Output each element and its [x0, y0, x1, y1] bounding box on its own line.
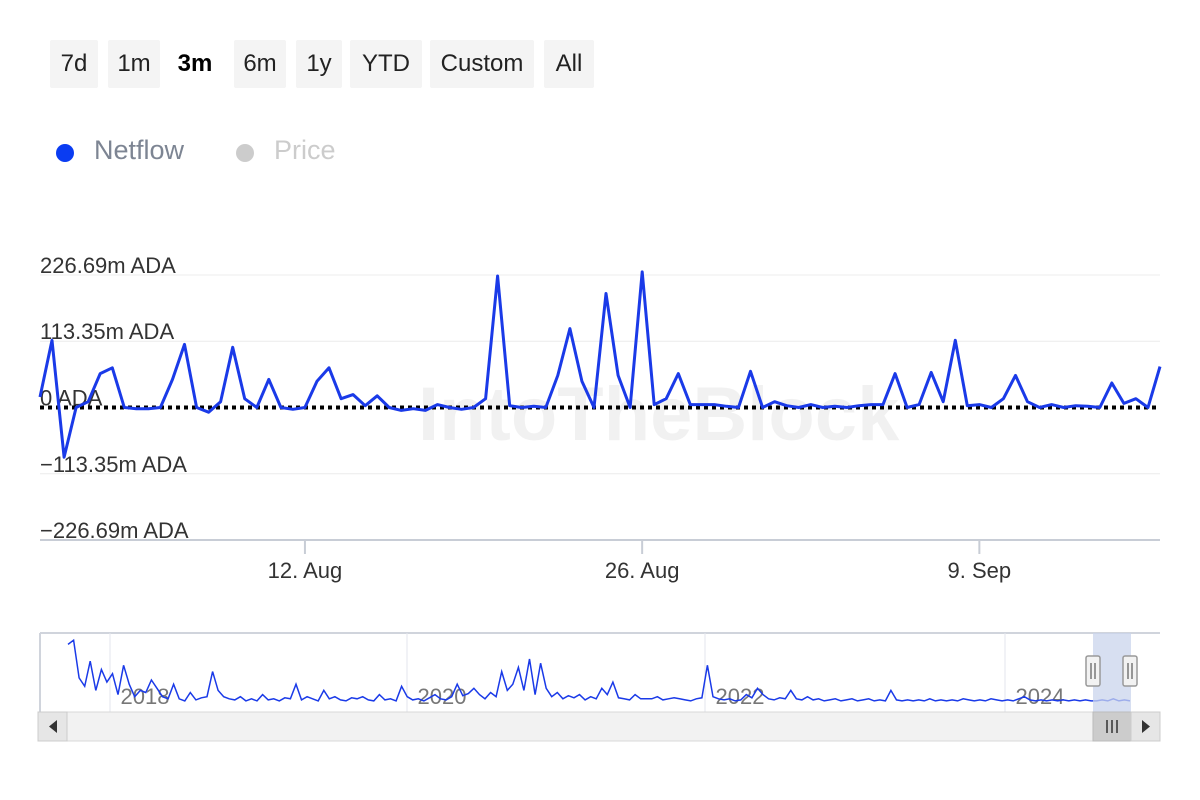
x-tick-label: 26. Aug: [605, 558, 680, 583]
y-tick-label: 226.69m ADA: [40, 253, 176, 278]
x-tick-label: 9. Sep: [948, 558, 1012, 583]
netflow-chart: IntoTheBlock 226.69m ADA113.35m ADA0 ADA…: [37, 253, 1162, 742]
scrollbar-track[interactable]: [37, 711, 1161, 742]
x-tick-label: 12. Aug: [268, 558, 343, 583]
scroll-right-arrow-icon[interactable]: [1130, 711, 1161, 742]
navigator-right-handle[interactable]: [1122, 655, 1138, 687]
scrollbar: [37, 711, 1161, 742]
navigator-series-line: [67, 638, 1131, 702]
y-axis: 226.69m ADA113.35m ADA0 ADA−113.35m ADA−…: [40, 253, 189, 543]
x-axis: 12. Aug26. Aug9. Sep23. Sep7. Oct21. Oct: [40, 539, 1160, 583]
y-tick-label: −113.35m ADA: [40, 452, 187, 477]
navigator-left-handle[interactable]: [1085, 655, 1101, 687]
navigator: 2018 2020 2022 2024: [39, 632, 1160, 712]
watermark: IntoTheBlock: [418, 372, 900, 457]
scrollbar-thumb[interactable]: [1092, 711, 1132, 742]
scroll-left-arrow-icon[interactable]: [37, 711, 68, 742]
y-tick-label: 113.35m ADA: [40, 319, 174, 344]
